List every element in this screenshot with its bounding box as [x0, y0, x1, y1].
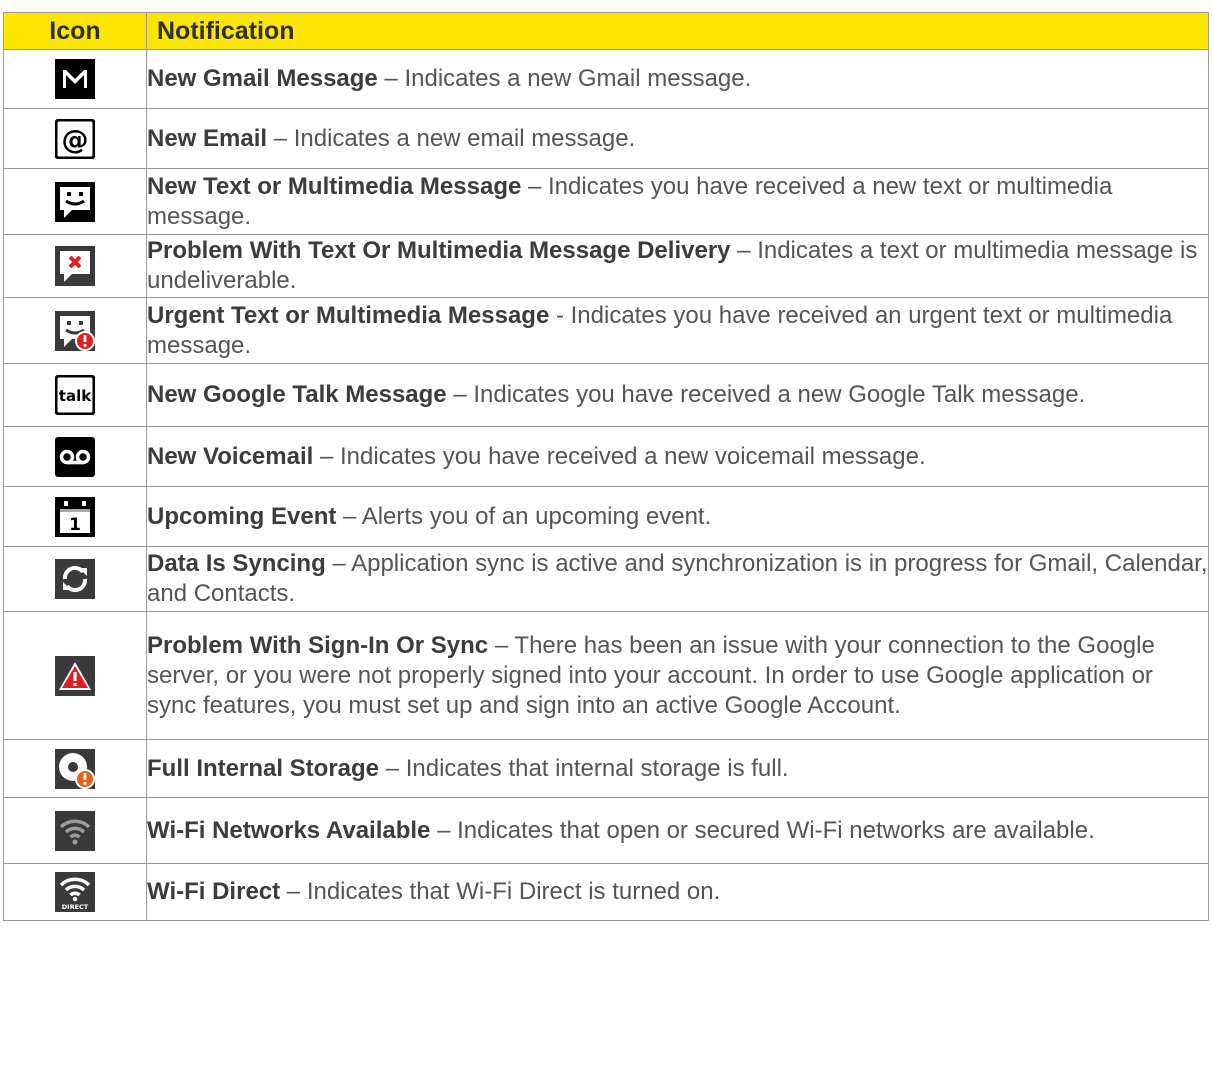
svg-text:1: 1 — [69, 515, 81, 535]
sync-warning-icon — [55, 655, 95, 696]
row-title: New Email — [147, 124, 268, 152]
row-description: Indicates a new Gmail message. — [404, 65, 752, 92]
row-title: New Gmail Message — [147, 65, 378, 92]
row-title: Data Is Syncing — [147, 550, 326, 577]
notification-icons-table: Icon Notification New Gmail Message – In… — [3, 12, 1209, 921]
voicemail-icon — [55, 436, 95, 477]
table-row: DIRECT Wi-Fi Direct – Indicates that Wi-… — [3, 863, 1209, 921]
svg-text:@: @ — [62, 125, 89, 156]
row-description: Indicates you have received a new voicem… — [339, 442, 926, 470]
row-title: New Voicemail — [147, 442, 314, 470]
row-description: Indicates that open or secured Wi-Fi net… — [457, 816, 1095, 844]
row-title: Problem With Sign-In Or Sync — [147, 631, 489, 659]
table-row: Urgent Text or Multimedia Message - Indi… — [3, 297, 1209, 364]
row-title: Full Internal Storage — [147, 754, 380, 782]
wifi-networks-icon — [55, 810, 95, 851]
table-header-row: Icon Notification — [3, 12, 1209, 50]
row-title: New Text or Multimedia Message — [147, 172, 522, 200]
message-error-icon — [55, 246, 95, 286]
table-row: @ New Email – Indicates a new email mess… — [3, 108, 1209, 169]
table-row: Wi-Fi Networks Available – Indicates tha… — [3, 797, 1209, 864]
storage-full-icon — [55, 748, 95, 789]
email-at-icon: @ — [55, 118, 95, 159]
table-row: Full Internal Storage – Indicates that i… — [3, 739, 1209, 798]
row-title: New Google Talk Message — [147, 381, 447, 408]
google-talk-icon: talk — [55, 375, 95, 415]
row-title: Wi-Fi Networks Available — [147, 816, 431, 844]
icon-column-header: Icon — [3, 12, 147, 50]
table-row: New Text or Multimedia Message – Indicat… — [3, 168, 1209, 235]
row-description: Indicates that internal storage is full. — [405, 754, 789, 782]
table-row: Data Is Syncing – Application sync is ac… — [3, 546, 1209, 612]
notification-column-header: Notification — [146, 12, 1209, 50]
text-message-smiley-icon — [55, 181, 95, 222]
row-title: Upcoming Event — [147, 502, 337, 530]
row-title: Urgent Text or Multimedia Message — [147, 301, 550, 329]
sync-icon — [55, 559, 95, 599]
gmail-icon — [55, 59, 95, 99]
row-description: Indicates a new email message. — [293, 124, 636, 152]
table-row: New Voicemail – Indicates you have recei… — [3, 426, 1209, 487]
row-description: Indicates you have received a new Google… — [473, 381, 1086, 408]
table-row: 1 Upcoming Event – Alerts you of an upco… — [3, 486, 1209, 547]
calendar-event-icon: 1 — [55, 496, 95, 537]
row-description: Indicates that Wi-Fi Direct is turned on… — [306, 878, 721, 905]
table-row: Problem With Text Or Multimedia Message … — [3, 234, 1209, 298]
table-row: New Gmail Message – Indicates a new Gmai… — [3, 49, 1209, 109]
table-row: Problem With Sign-In Or Sync – There has… — [3, 611, 1209, 740]
svg-text:DIRECT: DIRECT — [62, 903, 89, 911]
wifi-direct-icon: DIRECT — [55, 872, 95, 912]
svg-text:talk: talk — [59, 387, 92, 405]
table-row: talk New Google Talk Message – Indicates… — [3, 363, 1209, 427]
row-title: Wi-Fi Direct — [147, 878, 281, 905]
row-description: Alerts you of an upcoming event. — [361, 502, 712, 530]
urgent-message-icon — [55, 310, 95, 351]
row-title: Problem With Text Or Multimedia Message … — [147, 237, 731, 264]
